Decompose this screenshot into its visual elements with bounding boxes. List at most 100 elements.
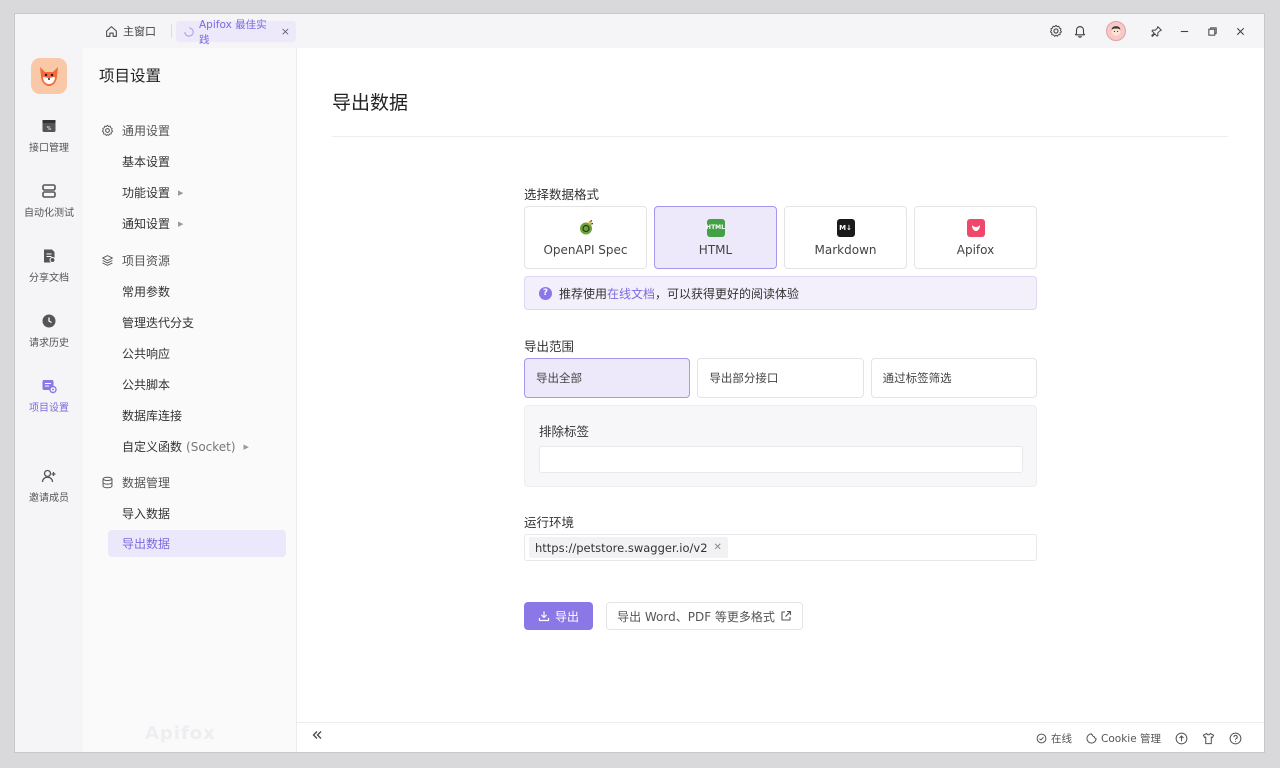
sidebar-item-common-responses[interactable]: 公共响应: [108, 340, 286, 367]
tab-home-label: 主窗口: [123, 25, 156, 38]
rail-item-project-settings[interactable]: 项目设置: [15, 378, 83, 430]
share-doc-icon: [41, 248, 57, 264]
format-options: OpenAPI Spec HTML HTML M↓ Markdown Apifo…: [524, 206, 1037, 269]
format-label-text: Markdown: [814, 242, 877, 257]
item-label: 公共脚本: [122, 378, 171, 392]
theme-shirt-icon[interactable]: [1202, 732, 1215, 745]
external-link-icon: [780, 610, 792, 622]
sidebar-item-branch-management[interactable]: 管理迭代分支: [108, 309, 286, 336]
group-label: 通用设置: [122, 124, 171, 138]
item-label: 公共响应: [122, 347, 171, 361]
format-html[interactable]: HTML HTML: [654, 206, 777, 269]
cookie-icon: [1086, 732, 1097, 744]
apifox-format-icon: [966, 218, 985, 237]
format-markdown[interactable]: M↓ Markdown: [784, 206, 907, 269]
nav-rail: % 接口管理 自动化测试 分享文档 请求历史 项目设置 邀请成员: [15, 48, 83, 752]
rail-item-share-docs[interactable]: 分享文档: [15, 248, 83, 300]
home-icon: [105, 25, 118, 38]
project-settings-icon: [41, 378, 57, 394]
online-status[interactable]: 在线: [1036, 731, 1072, 746]
sidebar-item-feature-settings[interactable]: 功能设置 ▶: [108, 179, 286, 206]
user-avatar[interactable]: [1106, 21, 1126, 41]
upload-icon[interactable]: [1175, 732, 1188, 745]
group-label: 项目资源: [122, 254, 171, 268]
svg-text:%: %: [47, 126, 52, 132]
item-label: 通知设置: [122, 217, 171, 231]
rail-item-invite-members[interactable]: 邀请成员: [15, 468, 83, 520]
format-openapi[interactable]: OpenAPI Spec: [524, 206, 647, 269]
title-divider: [332, 136, 1228, 137]
restore-window-icon[interactable]: [1200, 19, 1224, 43]
group-project-resources: 项目资源: [101, 252, 170, 269]
online-docs-link[interactable]: 在线文档: [607, 287, 655, 301]
export-more-formats-button[interactable]: 导出 Word、PDF 等更多格式: [606, 602, 803, 630]
item-label: 基本设置: [122, 155, 171, 169]
collapse-sidebar-icon[interactable]: [311, 729, 323, 741]
minimize-icon[interactable]: [1172, 19, 1196, 43]
sidebar-item-import-data[interactable]: 导入数据: [108, 500, 286, 527]
html-icon: HTML: [706, 218, 725, 237]
invite-member-icon: [41, 468, 57, 484]
environment-tag-label: https://petstore.swagger.io/v2: [535, 540, 708, 555]
notification-bell-icon[interactable]: [1068, 19, 1092, 43]
sidebar-item-common-scripts[interactable]: 公共脚本: [108, 371, 286, 398]
rail-item-request-history[interactable]: 请求历史: [15, 313, 83, 365]
scope-export-partial[interactable]: 导出部分接口: [697, 358, 864, 398]
rail-label: 接口管理: [29, 143, 69, 154]
sidebar-item-common-params[interactable]: 常用参数: [108, 278, 286, 305]
environment-select[interactable]: https://petstore.swagger.io/v2 ✕: [524, 534, 1037, 561]
tab-close-icon[interactable]: ×: [281, 25, 290, 38]
tab-apifox-best-practice[interactable]: Apifox 最佳实践 ×: [176, 19, 296, 46]
scope-filter-by-tag[interactable]: 通过标签筛选: [870, 358, 1037, 398]
rail-label: 分享文档: [29, 273, 69, 284]
sidebar-item-database-connections[interactable]: 数据库连接: [108, 402, 286, 429]
gear-icon: [101, 124, 114, 137]
tab-home[interactable]: 主窗口: [105, 21, 156, 41]
exclude-tags-input[interactable]: [539, 446, 1023, 473]
exclude-tags-panel: 排除标签: [524, 405, 1037, 487]
caret-right-icon: ▶: [178, 219, 184, 228]
rail-label: 邀请成员: [29, 493, 69, 504]
question-circle-icon: ?: [539, 286, 552, 300]
rail-item-api-management[interactable]: % 接口管理: [15, 118, 83, 170]
notice-prefix: 推荐使用: [559, 286, 608, 301]
settings-gear-icon[interactable]: [1044, 19, 1068, 43]
markdown-icon: M↓: [836, 218, 855, 237]
export-button[interactable]: 导出: [524, 602, 593, 630]
rail-label: 项目设置: [29, 403, 69, 414]
settings-sidebar: 项目设置 通用设置 基本设置 功能设置 ▶ 通知设置 ▶ 项目资源 常用参数 管理迭…: [83, 48, 297, 752]
loading-icon: [184, 26, 194, 37]
item-label: 功能设置: [122, 186, 171, 200]
close-window-icon[interactable]: [1228, 19, 1252, 43]
rail-item-automation-test[interactable]: 自动化测试: [15, 183, 83, 235]
sidebar-title: 项目设置: [99, 67, 162, 85]
help-icon[interactable]: [1229, 732, 1242, 745]
cookie-management[interactable]: Cookie 管理: [1086, 731, 1161, 746]
status-bar: 在线 Cookie 管理: [297, 722, 1264, 752]
recommendation-notice: ? 推荐使用在线文档，可以获得更好的阅读体验: [524, 276, 1037, 310]
sidebar-item-notification-settings[interactable]: 通知设置 ▶: [108, 210, 286, 237]
item-label: 常用参数: [122, 285, 171, 299]
export-button-label: 导出: [554, 609, 579, 624]
item-label: 数据库连接: [122, 409, 183, 423]
online-label: 在线: [1051, 732, 1073, 745]
pin-icon[interactable]: [1144, 19, 1168, 43]
group-general-settings: 通用设置: [101, 122, 170, 139]
notice-text: 推荐使用在线文档，可以获得更好的阅读体验: [559, 285, 799, 302]
remove-tag-icon[interactable]: ✕: [714, 542, 722, 553]
notice-suffix: ，可以获得更好的阅读体验: [655, 286, 800, 301]
title-bar: 主窗口 Apifox 最佳实践 ×: [15, 14, 1264, 48]
rail-label: 请求历史: [29, 338, 69, 349]
app-window: 主窗口 Apifox 最佳实践 × % 接口管理 自动化测试 分享文档 请求历史…: [15, 14, 1264, 752]
more-formats-label: 导出 Word、PDF 等更多格式: [617, 609, 775, 624]
layers-icon: [101, 254, 114, 267]
format-apifox[interactable]: Apifox: [914, 206, 1037, 269]
format-label-text: Apifox: [956, 242, 995, 257]
scope-export-all[interactable]: 导出全部: [524, 358, 691, 398]
sidebar-item-export-data[interactable]: 导出数据: [108, 530, 286, 557]
sidebar-item-basic-settings[interactable]: 基本设置: [108, 148, 286, 175]
item-label: 导入数据: [122, 507, 171, 521]
rail-label: 自动化测试: [24, 208, 74, 219]
sidebar-item-custom-functions[interactable]: 自定义函数 (Socket) ▶: [108, 433, 286, 460]
status-actions: 在线 Cookie 管理: [1036, 723, 1242, 752]
